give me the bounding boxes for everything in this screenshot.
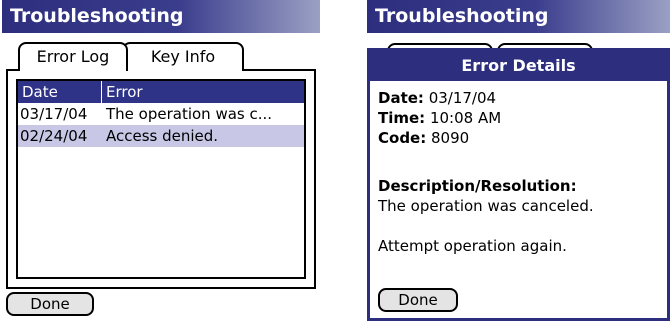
table-row-selected[interactable]: 02/24/04 Access denied. [18, 125, 304, 147]
tab-key-info[interactable]: Key Info [122, 42, 244, 71]
column-header-error[interactable]: Error [106, 81, 143, 103]
time-label: Time: [378, 109, 426, 127]
time-value: 10:08 AM [429, 109, 502, 127]
dialog-title: Error Details [370, 51, 667, 81]
row-error: The operation was c... [106, 105, 273, 123]
description-heading-text: Description/Resolution: [378, 177, 577, 195]
table-row[interactable]: 03/17/04 The operation was c... [18, 103, 304, 125]
time-field: Time: 10:08 AM [378, 109, 501, 127]
column-header-date[interactable]: Date [22, 81, 58, 103]
error-log-screen: Troubleshooting Key Info Error Log Date … [2, 0, 320, 321]
screen-title: Troubleshooting [367, 0, 670, 33]
code-value: 8090 [431, 129, 470, 147]
dialog-done-button[interactable]: Done [378, 288, 458, 312]
date-value: 03/17/04 [428, 89, 497, 107]
error-details-dialog: Error Details Date: 03/17/04 Time: 10:08… [367, 48, 670, 321]
table-header: Date Error [18, 81, 304, 103]
resolution-text: Attempt operation again. [378, 237, 567, 255]
row-date: 03/17/04 [20, 105, 88, 123]
tab-panel: Date Error 03/17/04 The operation was c.… [6, 69, 316, 289]
code-label: Code: [378, 129, 427, 147]
description-heading: Description/Resolution: [378, 177, 577, 195]
date-field: Date: 03/17/04 [378, 89, 496, 107]
description-text: The operation was canceled. [378, 197, 594, 215]
row-date: 02/24/04 [20, 127, 88, 145]
tab-error-log[interactable]: Error Log [18, 42, 128, 71]
code-field: Code: 8090 [378, 129, 469, 147]
done-button[interactable]: Done [6, 292, 94, 316]
error-details-screen: Troubleshooting Error Details Date: 03/1… [367, 0, 670, 321]
screen-title: Troubleshooting [2, 0, 320, 33]
row-error: Access denied. [106, 127, 219, 145]
error-log-table: Date Error 03/17/04 The operation was c.… [16, 79, 306, 279]
column-divider [101, 81, 102, 103]
date-label: Date: [378, 89, 424, 107]
